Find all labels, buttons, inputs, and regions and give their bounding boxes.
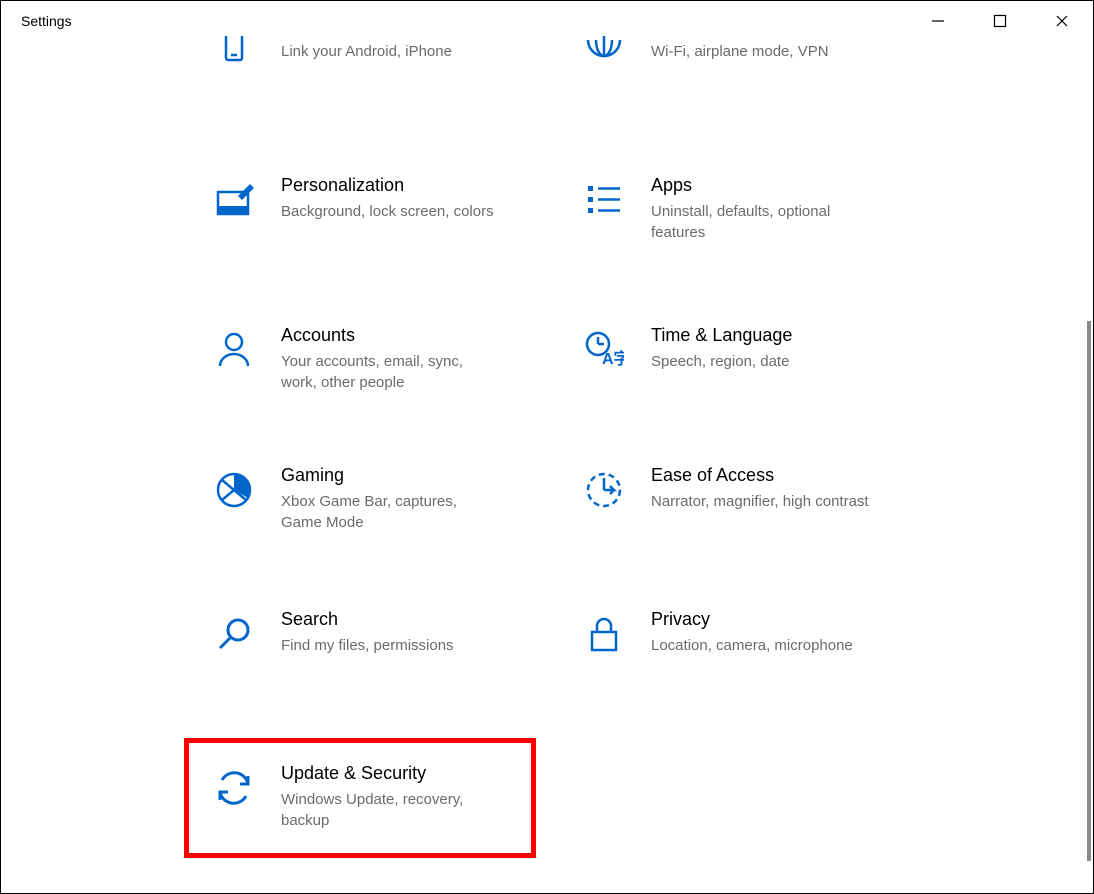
tile-phone[interactable]: Link your Android, iPhone	[201, 41, 571, 101]
time-language-icon: A字	[579, 325, 629, 375]
personalization-icon	[209, 175, 259, 225]
update-security-icon	[209, 763, 259, 813]
close-icon	[1055, 14, 1069, 28]
tile-title: Personalization	[281, 175, 494, 196]
titlebar: Settings	[1, 1, 1093, 41]
maximize-button[interactable]	[969, 1, 1031, 41]
ease-of-access-icon	[579, 465, 629, 515]
tile-title: Gaming	[281, 465, 501, 486]
tile-title: Ease of Access	[651, 465, 869, 486]
tile-title: Update & Security	[281, 763, 501, 784]
tile-title: Accounts	[281, 325, 501, 346]
maximize-icon	[993, 14, 1007, 28]
window-controls	[907, 1, 1093, 41]
minimize-icon	[931, 14, 945, 28]
tile-desc: Narrator, magnifier, high contrast	[651, 491, 869, 512]
apps-icon	[579, 175, 629, 225]
tile-desc: Location, camera, microphone	[651, 635, 853, 656]
tile-desc: Xbox Game Bar, captures, Game Mode	[281, 491, 501, 533]
tile-time-language[interactable]: A字 Time & Language Speech, region, date	[571, 305, 941, 415]
tile-title: Search	[281, 609, 454, 630]
tile-title: Time & Language	[651, 325, 792, 346]
tile-privacy[interactable]: Privacy Location, camera, microphone	[571, 589, 941, 699]
tile-accounts[interactable]: Accounts Your accounts, email, sync, wor…	[201, 305, 571, 415]
tile-ease-of-access[interactable]: Ease of Access Narrator, magnifier, high…	[571, 445, 941, 555]
close-button[interactable]	[1031, 1, 1093, 41]
tile-desc: Windows Update, recovery, backup	[281, 789, 501, 831]
search-icon	[209, 609, 259, 659]
svg-text:A字: A字	[602, 349, 624, 368]
tile-search[interactable]: Search Find my files, permissions	[201, 589, 571, 699]
globe-icon	[579, 31, 629, 81]
tile-title: Apps	[651, 175, 871, 196]
gaming-icon	[209, 465, 259, 515]
tile-desc: Find my files, permissions	[281, 635, 454, 656]
tile-desc: Uninstall, defaults, optional features	[651, 201, 871, 243]
accounts-icon	[209, 325, 259, 375]
scrollbar[interactable]	[1087, 101, 1091, 883]
tile-title: Privacy	[651, 609, 853, 630]
tile-update-security[interactable]: Update & Security Windows Update, recove…	[201, 743, 571, 853]
scrollbar-thumb[interactable]	[1087, 321, 1091, 861]
tile-desc: Link your Android, iPhone	[281, 41, 452, 62]
tile-personalization[interactable]: Personalization Background, lock screen,…	[201, 155, 571, 265]
phone-icon	[209, 31, 259, 81]
tile-apps[interactable]: Apps Uninstall, defaults, optional featu…	[571, 155, 941, 265]
settings-grid: Link your Android, iPhone Wi-Fi, airplan…	[1, 41, 1093, 853]
window-title: Settings	[21, 13, 72, 29]
privacy-icon	[579, 609, 629, 659]
tile-desc: Speech, region, date	[651, 351, 792, 372]
minimize-button[interactable]	[907, 1, 969, 41]
tile-gaming[interactable]: Gaming Xbox Game Bar, captures, Game Mod…	[201, 445, 571, 555]
tile-desc: Your accounts, email, sync, work, other …	[281, 351, 501, 393]
tile-network[interactable]: Wi-Fi, airplane mode, VPN	[571, 41, 941, 101]
tile-desc: Wi-Fi, airplane mode, VPN	[651, 41, 829, 62]
tile-desc: Background, lock screen, colors	[281, 201, 494, 222]
